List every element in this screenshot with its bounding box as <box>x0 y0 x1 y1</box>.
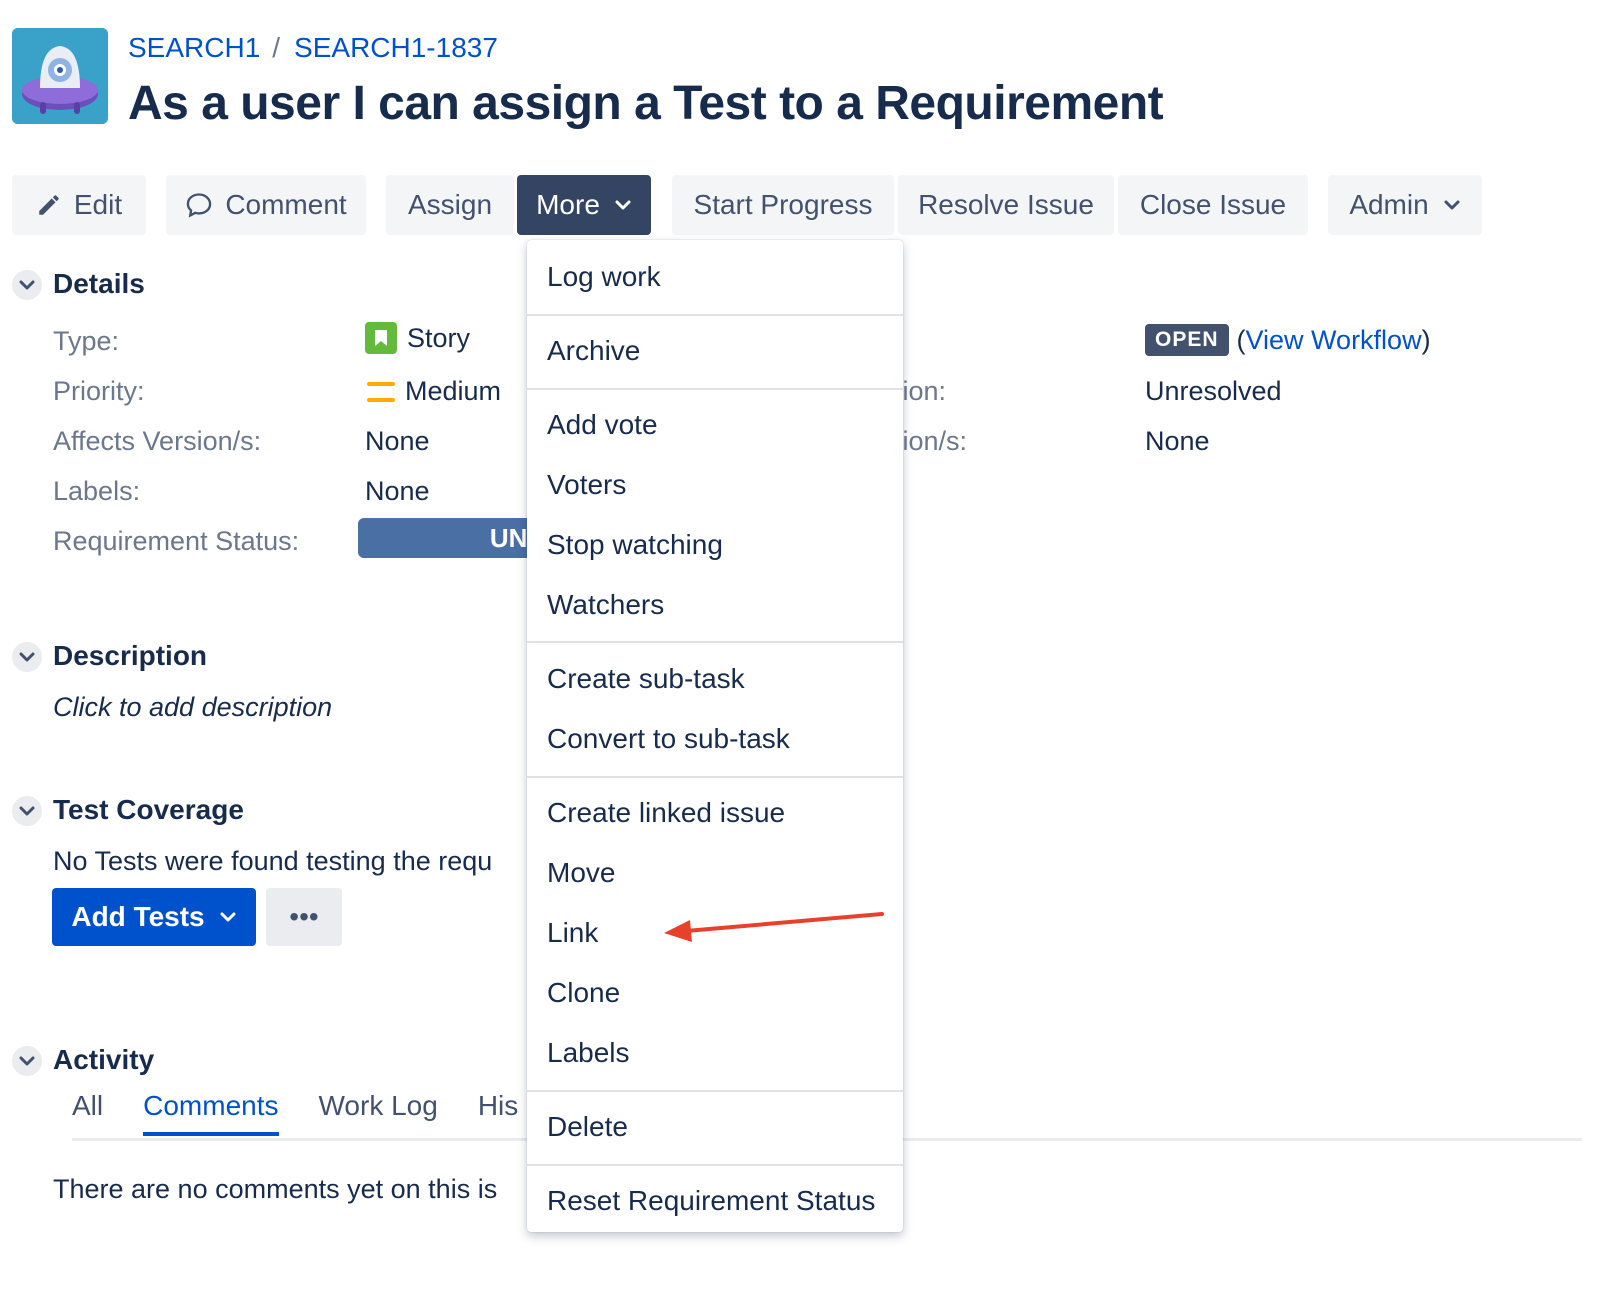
ellipsis-icon: ••• <box>289 901 319 932</box>
chevron-down-icon <box>219 911 237 923</box>
menu-item-log-work[interactable]: Log work <box>527 248 903 306</box>
menu-item-create-sub-task[interactable]: Create sub-task <box>527 650 903 708</box>
priority-medium-icon <box>367 381 395 402</box>
close-issue-button[interactable]: Close Issue <box>1118 175 1308 235</box>
paren-open: ( <box>1236 324 1246 355</box>
labels-value: None <box>365 476 430 506</box>
menu-item-move[interactable]: Move <box>527 844 903 902</box>
breadcrumb-issue-key[interactable]: SEARCH1-1837 <box>294 32 498 64</box>
menu-divider <box>527 776 903 778</box>
start-progress-button[interactable]: Start Progress <box>672 175 894 235</box>
menu-divider <box>527 314 903 316</box>
menu-item-create-linked-issue[interactable]: Create linked issue <box>527 784 903 842</box>
menu-divider <box>527 641 903 643</box>
menu-divider <box>527 388 903 390</box>
menu-item-stop-watching[interactable]: Stop watching <box>527 516 903 574</box>
edit-button[interactable]: Edit <box>12 175 146 235</box>
affects-version-value: None <box>365 426 430 456</box>
fix-version-value: None <box>1145 426 1210 456</box>
priority-label: Priority: <box>53 376 145 406</box>
assign-label: Assign <box>407 189 493 220</box>
status-badge: OPEN <box>1145 324 1229 356</box>
chevron-down-icon <box>1443 199 1461 211</box>
test-coverage-empty: No Tests were found testing the requ <box>53 846 493 876</box>
chevron-down-icon <box>614 199 632 211</box>
labels-label: Labels: <box>53 476 141 506</box>
issue-title[interactable]: As a user I can assign a Test to a Requi… <box>128 76 1164 131</box>
annotation-arrow-icon <box>664 912 884 942</box>
breadcrumb-separator: / <box>272 32 281 63</box>
requirement-status-label: Requirement Status: <box>53 526 300 556</box>
status-value: OPEN ( View Workflow ) <box>1145 324 1431 356</box>
type-value: Story <box>365 322 470 354</box>
more-dropdown-menu: Log work Archive Add vote Voters Stop wa… <box>527 240 903 1232</box>
description-placeholder[interactable]: Click to add description <box>53 692 332 723</box>
comment-label: Comment <box>225 189 347 220</box>
more-button[interactable]: More <box>517 175 651 235</box>
resolution-value: Unresolved <box>1145 376 1282 406</box>
activity-tabs: All Comments Work Log His <box>72 1090 558 1136</box>
test-coverage-title: Test Coverage <box>53 794 244 825</box>
menu-item-clone[interactable]: Clone <box>527 964 903 1022</box>
admin-label: Admin <box>1349 189 1429 220</box>
chevron-down-icon <box>19 1056 35 1066</box>
tab-all[interactable]: All <box>72 1090 103 1132</box>
tab-work-log[interactable]: Work Log <box>319 1090 438 1132</box>
details-title: Details <box>53 268 145 299</box>
resolve-issue-label: Resolve Issue <box>918 189 1094 220</box>
type-text: Story <box>407 322 471 353</box>
chevron-down-icon <box>19 652 35 662</box>
project-avatar[interactable] <box>12 28 108 124</box>
menu-item-labels[interactable]: Labels <box>527 1024 903 1082</box>
tab-comments[interactable]: Comments <box>143 1090 279 1136</box>
menu-item-watchers[interactable]: Watchers <box>527 576 903 634</box>
view-workflow-link[interactable]: View Workflow <box>1246 325 1422 356</box>
menu-item-add-vote[interactable]: Add vote <box>527 396 903 454</box>
paren-close: ) <box>1421 324 1431 355</box>
menu-item-reset-requirement-status[interactable]: Reset Requirement Status <box>527 1172 903 1230</box>
menu-item-delete[interactable]: Delete <box>527 1098 903 1156</box>
add-tests-label: Add Tests <box>71 901 205 932</box>
menu-item-convert-to-sub-task[interactable]: Convert to sub-task <box>527 710 903 768</box>
tab-history[interactable]: His <box>478 1090 518 1132</box>
menu-divider <box>527 1164 903 1166</box>
menu-item-archive[interactable]: Archive <box>527 322 903 380</box>
story-icon <box>365 322 397 354</box>
activity-empty: There are no comments yet on this is <box>53 1174 498 1204</box>
affects-version-label: Affects Version/s: <box>53 426 262 456</box>
priority-text: Medium <box>405 376 502 406</box>
activity-title: Activity <box>53 1044 155 1075</box>
spaceship-icon <box>12 28 108 124</box>
close-issue-label: Close Issue <box>1139 189 1287 220</box>
activity-toggle[interactable] <box>12 1046 42 1076</box>
test-coverage-toggle[interactable] <box>12 796 42 826</box>
description-title: Description <box>53 640 208 671</box>
test-coverage-more-button[interactable]: ••• <box>266 888 342 946</box>
priority-value: Medium <box>367 376 501 407</box>
comment-icon <box>185 191 213 219</box>
menu-item-voters[interactable]: Voters <box>527 456 903 514</box>
admin-button[interactable]: Admin <box>1328 175 1482 235</box>
start-progress-label: Start Progress <box>693 189 873 220</box>
comment-button[interactable]: Comment <box>166 175 366 235</box>
breadcrumb-project[interactable]: SEARCH1 <box>128 32 260 64</box>
add-tests-button[interactable]: Add Tests <box>52 888 256 946</box>
menu-divider <box>527 1090 903 1092</box>
description-toggle[interactable] <box>12 642 42 672</box>
type-label: Type: <box>53 326 120 356</box>
breadcrumb: SEARCH1 / SEARCH1-1837 <box>128 30 498 66</box>
more-label: More <box>536 189 600 220</box>
pencil-icon <box>36 192 62 218</box>
chevron-down-icon <box>19 806 35 816</box>
details-toggle[interactable] <box>12 270 42 300</box>
resolve-issue-button[interactable]: Resolve Issue <box>898 175 1114 235</box>
chevron-down-icon <box>19 280 35 290</box>
edit-label: Edit <box>73 189 123 220</box>
assign-button[interactable]: Assign <box>386 175 514 235</box>
